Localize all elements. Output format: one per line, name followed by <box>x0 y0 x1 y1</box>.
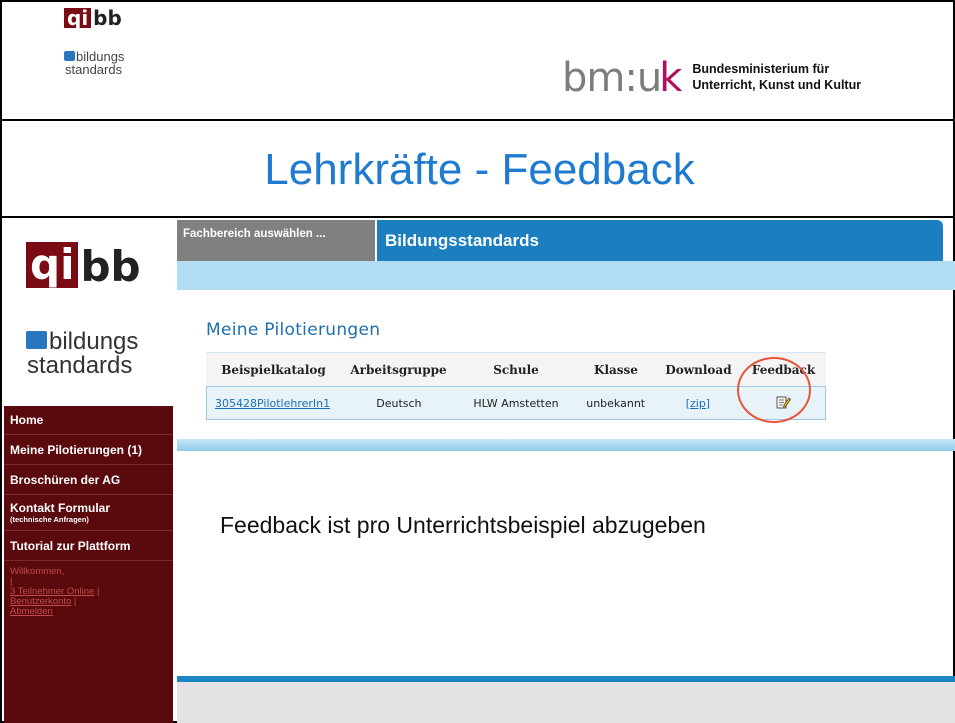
sidebar-item-tutorial[interactable]: Tutorial zur Plattform <box>4 531 173 561</box>
qibb-logo-small: qi bb bildungs standards <box>64 8 124 76</box>
welcome-text: Willkommen, <box>10 566 65 577</box>
sidebar-item-sublabel: (technische Anfragen) <box>10 515 89 524</box>
highlight-circle <box>737 357 811 423</box>
divider-line <box>2 216 955 218</box>
column-header: Download <box>665 362 732 377</box>
tab-bildungsstandards[interactable]: Bildungsstandards <box>377 220 943 261</box>
feedback-message: Feedback ist pro Unterrichtsbeispiel abz… <box>220 512 706 538</box>
column-header: Klasse <box>594 362 638 377</box>
bmuk-k-icon: k <box>659 55 683 101</box>
bildungsstandards-mark: bildungs standards <box>26 330 173 378</box>
sub-header-band <box>177 261 955 290</box>
table-cell: Deutsch <box>376 396 422 410</box>
square-icon <box>26 331 47 349</box>
column-header: Arbeitsgruppe <box>350 362 447 377</box>
bmuk-line1: Bundesministerium für <box>692 62 830 77</box>
divider-line <box>2 119 955 121</box>
qibb-qi: qi <box>26 242 79 288</box>
sidebar-item-meine-pilotierungen[interactable]: Meine Pilotierungen (1) <box>4 435 173 465</box>
tab-bar: Fachbereich auswählen ... Bildungsstanda… <box>177 220 943 261</box>
content-separator-band <box>177 439 955 451</box>
table-cell: unbekannt <box>586 396 646 410</box>
standards-text: standards <box>65 62 123 77</box>
pilotierungen-table: Beispielkatalog Arbeitsgruppe Schule Kla… <box>206 352 826 420</box>
qibb-bb: bb <box>93 6 122 30</box>
sidebar-item-home[interactable]: Home <box>4 406 173 435</box>
table-header: Beispielkatalog Arbeitsgruppe Schule Kla… <box>206 352 826 386</box>
bmuk-ministry-name: Bundesministerium für Unterricht, Kunst … <box>692 62 861 93</box>
tab-fachbereich[interactable]: Fachbereich auswählen ... <box>177 220 376 261</box>
sidebar: qi bb bildungs standards Home Meine Pilot… <box>4 220 173 723</box>
standards-text: standards <box>27 352 133 379</box>
qibb-qi: qi <box>64 8 92 28</box>
slide-title: Lehrkräfte - Feedback <box>264 145 695 194</box>
sidebar-item-label: Kontakt Formular <box>10 501 111 515</box>
logout-link[interactable]: Abmelden <box>10 606 53 617</box>
column-header: Beispielkatalog <box>221 362 326 377</box>
section-title: Meine Pilotierungen <box>206 320 381 340</box>
bildungs-text: bildungs <box>49 328 139 355</box>
column-header: Schule <box>493 362 539 377</box>
bmuk-wordmark: bm:u <box>562 55 662 101</box>
bildungsstandards-mark: bildungs standards <box>64 50 124 76</box>
bmuk-line2: Unterricht, Kunst und Kultur <box>692 78 862 92</box>
qibb-wordmark: qi bb <box>64 8 124 28</box>
sidebar-item-broschueren[interactable]: Broschüren der AG <box>4 465 173 495</box>
table-cell: HLW Amstetten <box>473 396 559 410</box>
square-icon <box>64 51 75 61</box>
footer-area <box>177 682 955 723</box>
qibb-bb: bb <box>80 242 141 291</box>
sidebar-item-kontakt[interactable]: Kontakt Formular (technische Anfragen) <box>4 495 173 531</box>
slide-frame: qi bb bildungs standards bm:u k Bundesmini… <box>0 0 955 723</box>
bmuk-logo: bm:u k Bundesministerium für Unterricht, … <box>562 58 861 98</box>
table-row: 305428PilotlehrerIn1 Deutsch HLW Amstett… <box>206 386 826 420</box>
user-panel: Willkommen, | 3 Teilnehmer Online | Benu… <box>4 561 173 623</box>
qibb-logo-large: qi bb bildungs standards <box>4 220 173 406</box>
download-zip-link[interactable]: [zip] <box>686 397 710 410</box>
qibb-wordmark: qi bb <box>26 242 173 288</box>
katalog-link[interactable]: 305428PilotlehrerIn1 <box>215 397 330 410</box>
